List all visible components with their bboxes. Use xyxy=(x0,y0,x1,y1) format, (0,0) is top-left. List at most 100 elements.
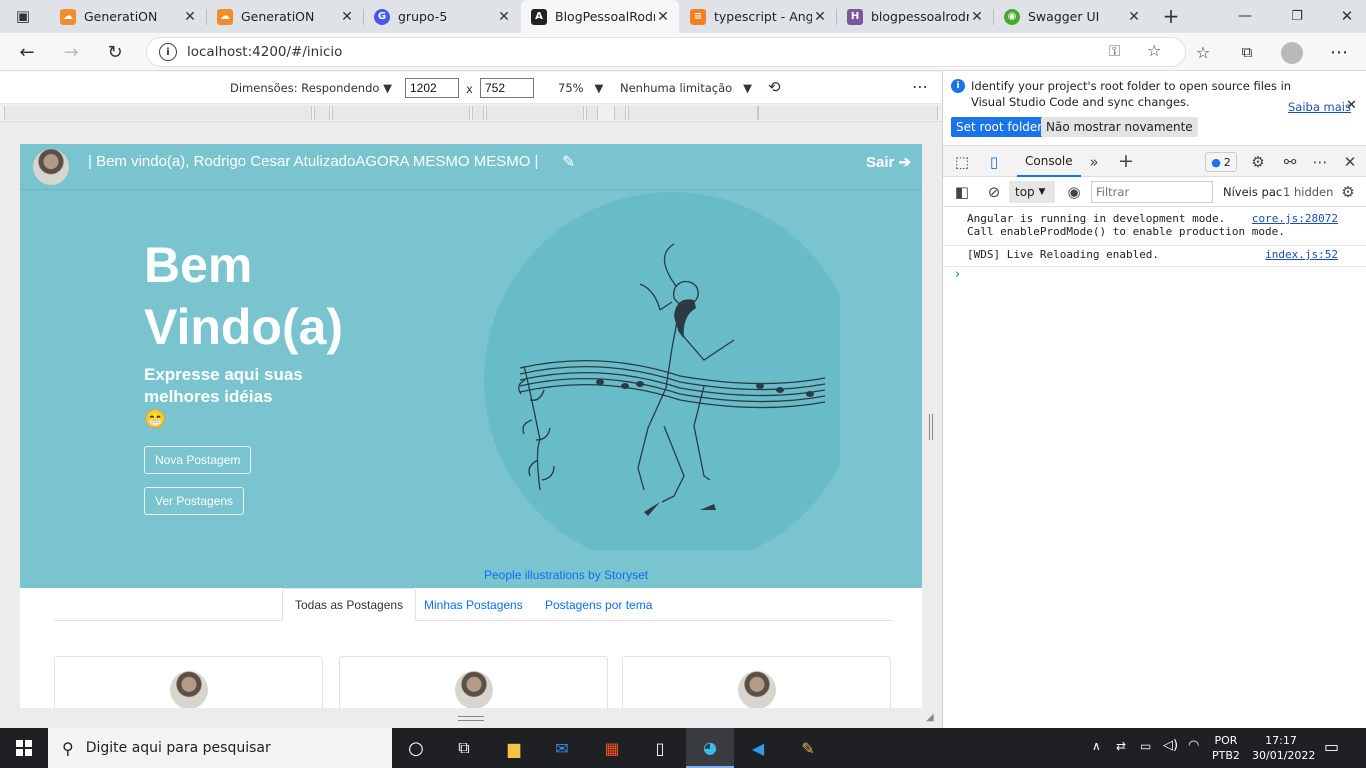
dont-show-again-button[interactable]: Não mostrar novamente xyxy=(1041,117,1198,137)
more-options-icon[interactable]: ⋯ xyxy=(1309,151,1331,173)
view-posts-button[interactable]: Ver Postagens xyxy=(144,487,245,515)
device-emulation-icon[interactable]: ▯ xyxy=(983,151,1005,173)
swagger-icon: ◉ xyxy=(1004,8,1020,25)
source-link[interactable]: index.js:52 xyxy=(1265,248,1338,261)
live-expression-eye-icon[interactable]: ◉ xyxy=(1063,181,1085,203)
context-selector[interactable]: top ▼ xyxy=(1009,181,1055,203)
taskbar-search-box[interactable]: ⚲ Digite aqui para pesquisar xyxy=(48,728,392,768)
browser-tab-6[interactable]: H blogpessoalrodri ✕ xyxy=(837,0,993,33)
show-hidden-icons[interactable]: ∧ xyxy=(1092,739,1101,753)
resize-handle-right[interactable] xyxy=(929,414,933,440)
collections-icon[interactable]: ⧉ xyxy=(1234,39,1260,65)
source-link[interactable]: core.js:28072 xyxy=(1252,212,1338,225)
back-button[interactable]: ← xyxy=(14,39,40,65)
connections-icon[interactable]: ⚯ xyxy=(1279,151,1301,173)
minimize-window-icon[interactable]: — xyxy=(1232,3,1258,29)
console-tab[interactable]: Console xyxy=(1017,146,1081,177)
rotate-icon[interactable]: ⟲ xyxy=(768,78,781,96)
store-icon[interactable]: ▦ xyxy=(588,728,636,768)
add-tab-icon[interactable]: + xyxy=(1115,150,1137,172)
more-tabs-icon[interactable]: » xyxy=(1083,151,1105,173)
settings-gear-icon[interactable]: ⚙ xyxy=(1247,151,1269,173)
browser-tab-2[interactable]: ☁ GeneratiON ✕ xyxy=(207,0,363,33)
close-tab-icon[interactable]: ✕ xyxy=(655,9,671,25)
issues-badge[interactable]: ● 2 xyxy=(1205,152,1237,172)
wifi-icon[interactable]: ◠ xyxy=(1188,738,1199,753)
mail-icon[interactable]: ✉ xyxy=(538,728,586,768)
storyset-credit-link[interactable]: People illustrations by Storyset xyxy=(484,568,648,582)
edit-profile-icon[interactable]: ✎ xyxy=(562,152,575,171)
new-tab-button[interactable]: + xyxy=(1158,3,1184,29)
close-tab-icon[interactable]: ✕ xyxy=(339,9,355,25)
console-filter-input[interactable] xyxy=(1091,181,1213,203)
browser-tab-3[interactable]: G grupo-5 ✕ xyxy=(364,0,520,33)
file-explorer-icon[interactable]: ▆ xyxy=(490,728,538,768)
browser-tab-1[interactable]: ☁ GeneratiON ✕ xyxy=(50,0,206,33)
restore-window-icon[interactable]: ❐ xyxy=(1284,3,1310,29)
throttle-dropdown[interactable]: Nenhuma limitação ▼ xyxy=(620,81,752,95)
volume-icon[interactable]: ◁) xyxy=(1163,738,1178,753)
close-tab-icon[interactable]: ✕ xyxy=(969,9,985,25)
device-height-input[interactable] xyxy=(480,78,534,98)
media-query-bar[interactable] xyxy=(0,104,942,122)
close-window-icon[interactable]: ✕ xyxy=(1334,3,1360,29)
log-levels-dropdown[interactable]: Níveis pac xyxy=(1223,185,1282,199)
network-sharing-icon[interactable]: ⇄ xyxy=(1116,739,1126,753)
resize-corner-icon[interactable]: ◢ xyxy=(926,712,934,723)
tab-posts-by-theme[interactable]: Postagens por tema xyxy=(533,588,664,621)
hero-section: Bem Vindo(a) Expresse aqui suas melhores… xyxy=(20,190,922,588)
post-card xyxy=(339,656,608,708)
close-tab-icon[interactable]: ✕ xyxy=(1126,9,1142,25)
set-root-folder-button[interactable]: Set root folder xyxy=(951,117,1048,137)
sidebar-toggle-icon[interactable]: ◧ xyxy=(951,181,973,203)
profile-avatar[interactable] xyxy=(1281,42,1303,64)
caret-down-icon: ▼ xyxy=(383,81,392,95)
info-icon[interactable]: i xyxy=(159,43,177,61)
cortana-icon[interactable]: ○ xyxy=(392,728,440,768)
favorites-icon[interactable]: ☆ xyxy=(1190,39,1216,65)
caret-down-icon: ▼ xyxy=(743,81,753,95)
device-width-input[interactable] xyxy=(405,78,459,98)
dimensions-dropdown[interactable]: Dimensões: Respondendo ▼ xyxy=(230,81,392,95)
console-settings-icon[interactable]: ⚙ xyxy=(1337,181,1359,203)
battery-icon[interactable]: ▭ xyxy=(1140,739,1151,753)
sign-out-icon: ➔ xyxy=(898,154,912,171)
tab-my-posts[interactable]: Minhas Postagens xyxy=(412,588,535,621)
new-post-button[interactable]: Nova Postagem xyxy=(144,446,252,474)
task-view-icon[interactable]: ⧉ xyxy=(440,728,488,768)
browser-tab-4-active[interactable]: A BlogPessoalRodri ✕ xyxy=(521,0,679,33)
browser-tab-7[interactable]: ◉ Swagger UI ✕ xyxy=(994,0,1150,33)
paint-icon[interactable]: ✎ xyxy=(784,728,832,768)
input-language-indicator[interactable]: POR PTB2 xyxy=(1212,733,1240,763)
notification-center-icon[interactable]: ▭ xyxy=(1324,737,1339,756)
logout-link[interactable]: Sair ➔ xyxy=(866,153,911,171)
vscode-icon[interactable]: ◀ xyxy=(734,728,782,768)
windows-start-icon[interactable] xyxy=(0,728,48,768)
tab-all-posts[interactable]: Todas as Postagens xyxy=(282,588,417,621)
settings-more-icon[interactable]: ⋯ xyxy=(1326,39,1352,65)
close-tab-icon[interactable]: ✕ xyxy=(812,9,828,25)
key-icon[interactable]: ⚿ xyxy=(1109,42,1120,60)
zoom-dropdown[interactable]: 75% ▼ xyxy=(558,81,603,95)
browser-tab-5[interactable]: ≡ typescript - Angu ✕ xyxy=(680,0,836,33)
console-prompt-icon[interactable]: › xyxy=(955,267,960,282)
close-banner-icon[interactable]: ✕ xyxy=(1346,98,1357,113)
more-options-icon[interactable]: ⋯ xyxy=(912,77,928,96)
close-tab-icon[interactable]: ✕ xyxy=(182,9,198,25)
browser-tab-strip: ▣ ☁ GeneratiON ✕ ☁ GeneratiON ✕ G grupo-… xyxy=(0,0,1366,33)
clear-console-icon[interactable]: ⊘ xyxy=(983,181,1005,203)
resize-handle-bottom[interactable] xyxy=(458,716,484,721)
forward-button[interactable]: → xyxy=(58,39,84,65)
reload-button[interactable]: ↻ xyxy=(102,39,128,65)
learn-more-link[interactable]: Saiba mais xyxy=(1288,100,1351,114)
taskbar-clock[interactable]: 17:17 30/01/2022 xyxy=(1252,733,1315,763)
notepad-icon[interactable]: ▯ xyxy=(636,728,684,768)
address-bar[interactable]: i localhost:4200/#/inicio ⚿ ☆ xyxy=(146,37,1186,67)
edge-icon[interactable]: ◕ xyxy=(686,728,734,768)
add-favorite-icon[interactable]: ☆ xyxy=(1147,41,1161,60)
close-tab-icon[interactable]: ✕ xyxy=(496,9,512,25)
console-toolbar: ◧ ⊘ top ▼ ◉ Níveis pac 1 hidden ⚙ xyxy=(943,177,1366,207)
close-devtools-icon[interactable]: ✕ xyxy=(1339,151,1361,173)
inspect-element-icon[interactable]: ⬚ xyxy=(951,151,973,173)
tab-actions-icon[interactable]: ▣ xyxy=(10,3,36,29)
